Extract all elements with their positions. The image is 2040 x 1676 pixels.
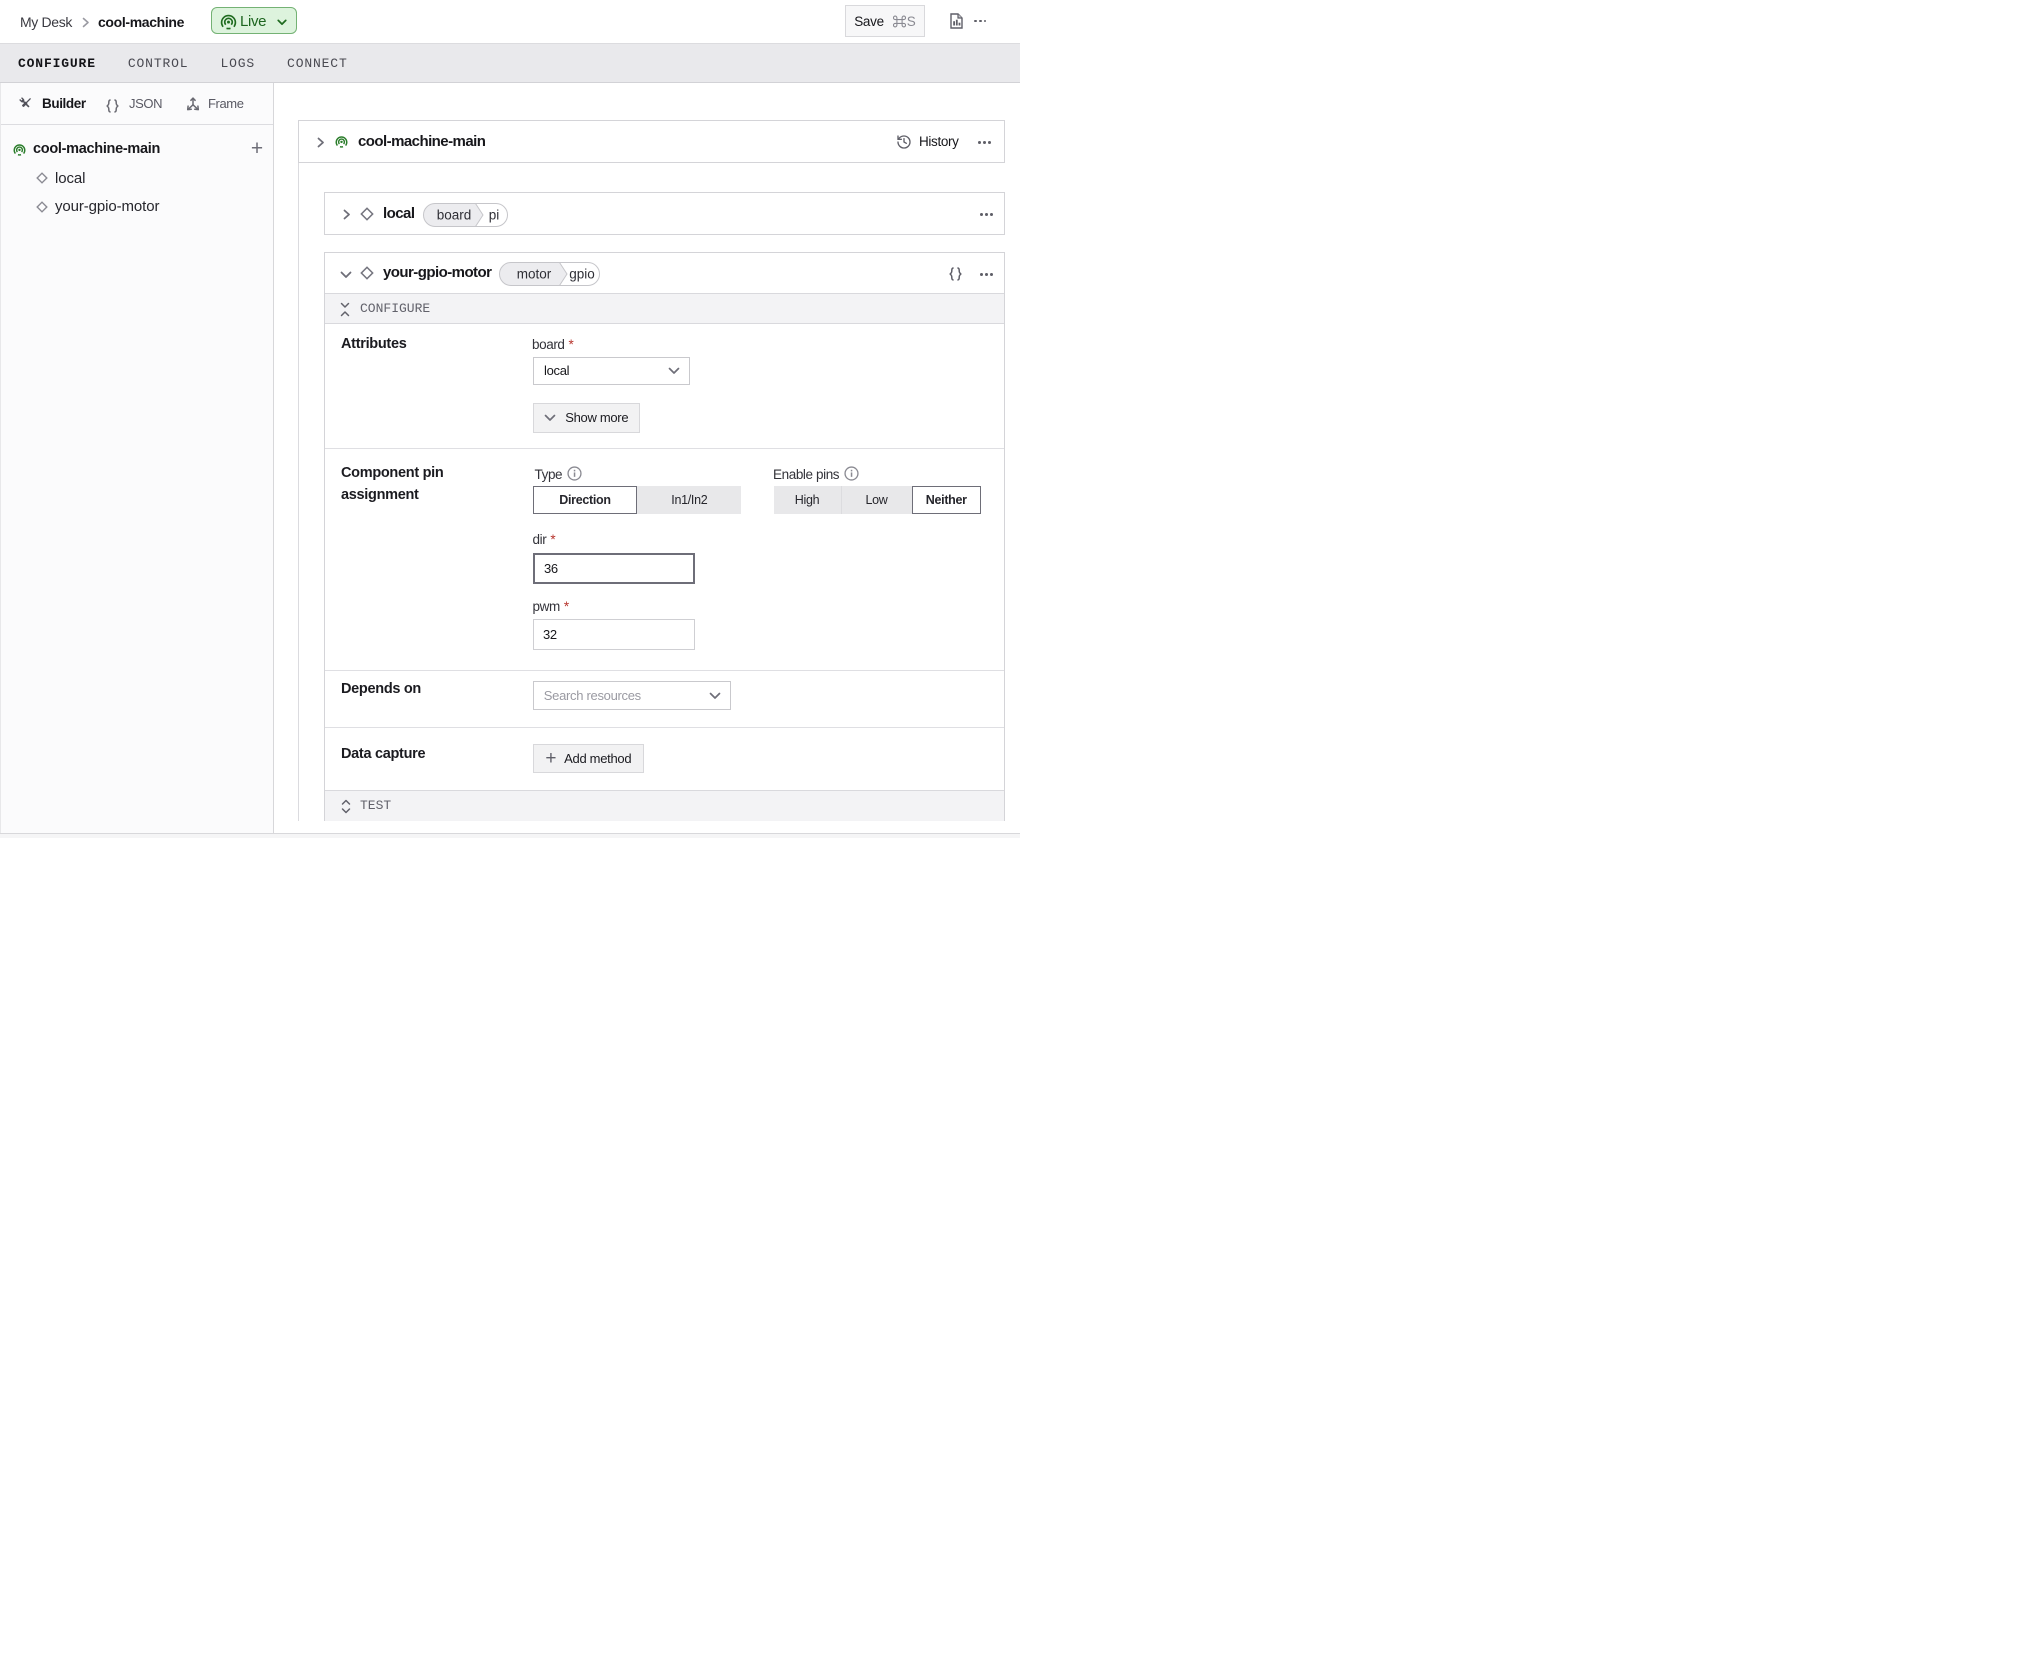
svg-text:board: board — [437, 207, 472, 222]
svg-text:gpio: gpio — [569, 267, 595, 282]
svg-text:pi: pi — [489, 207, 500, 222]
svg-text:motor: motor — [516, 267, 551, 282]
